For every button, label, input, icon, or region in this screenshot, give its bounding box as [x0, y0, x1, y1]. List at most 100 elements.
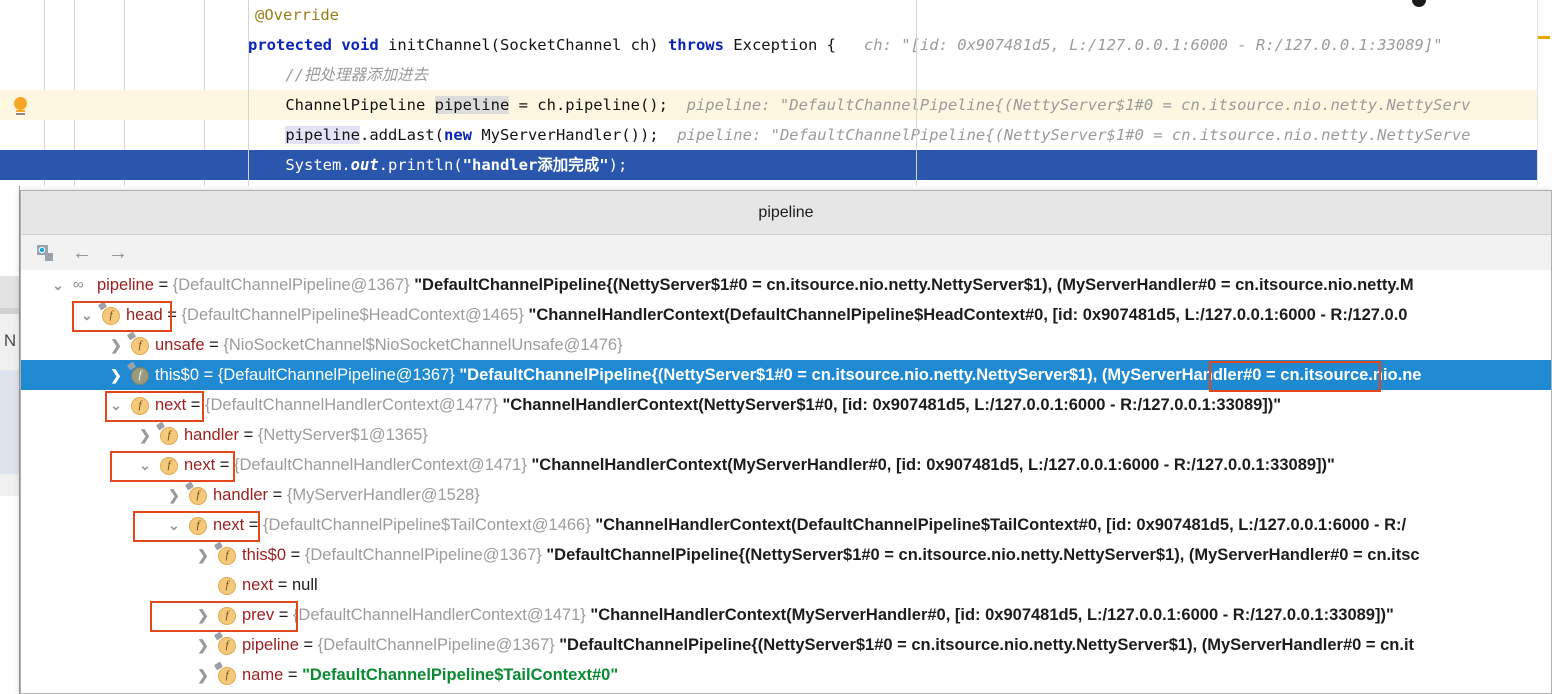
equals-sign: = [215, 456, 234, 474]
code-line[interactable]: System.out.println("handler添加完成"); [0, 150, 1552, 180]
code-token: out [350, 156, 379, 174]
code-token: pipeline: "DefaultChannelPipeline{(Netty… [658, 126, 1471, 144]
code-token: pipeline [434, 96, 510, 114]
tree-row[interactable]: ⌄ f next = {DefaultChannelPipeline$TailCon… [21, 510, 1551, 540]
field-icon: f [160, 457, 178, 475]
tree-row[interactable]: ⌄ ∞ pipeline = {DefaultChannelPipeline@136… [21, 270, 1551, 300]
field-icon: f [184, 481, 207, 505]
code-token: MyServerHandler()); [481, 126, 659, 144]
variable-value: null [292, 576, 318, 594]
code-line[interactable]: @Override [0, 0, 1552, 30]
final-modifier-icon [155, 421, 166, 431]
code-token: pipeline: "DefaultChannelPipeline{(Netty… [667, 96, 1471, 114]
code-token: void [341, 36, 388, 54]
chevron-down-icon[interactable]: ⌄ [138, 450, 152, 480]
code-token: Exception { [733, 36, 836, 54]
equals-sign: = [274, 606, 293, 624]
screen-root: @Override protected void initChannel(Sock… [0, 0, 1552, 694]
variable-value: "ChannelHandlerContext(NettyServer$1#0, … [502, 396, 1282, 414]
variable-name: pipeline [242, 636, 299, 654]
chevron-down-icon[interactable]: ⌄ [51, 270, 65, 300]
editor-scrollbar[interactable] [1537, 0, 1552, 186]
variable-type: {DefaultChannelPipeline@1367} [304, 546, 547, 564]
chevron-down-icon[interactable]: ⌄ [80, 300, 94, 330]
reference-chain-icon: ∞ [73, 276, 84, 293]
variable-value: "ChannelHandlerContext(MyServerHandler#0… [531, 456, 1335, 474]
variable-value: "DefaultChannelPipeline{(NettyServer$1#0… [459, 366, 1422, 384]
field-icon: f [218, 607, 236, 625]
forward-arrow-icon[interactable]: → [105, 241, 131, 265]
chevron-down-icon[interactable]: ⌄ [167, 510, 181, 540]
left-tool-rail[interactable]: N [0, 186, 20, 694]
chevron-right-icon[interactable]: ❯ [196, 660, 210, 690]
code-line-text: pipeline.addLast(new MyServerHandler());… [248, 120, 1471, 150]
indent-guide [248, 36, 249, 186]
tree-row[interactable]: ❯ f unsafe = {NioSocketChannel$NioSocketCh… [21, 330, 1551, 360]
equals-sign: = [286, 546, 305, 564]
code-line[interactable]: pipeline.addLast(new MyServerHandler());… [0, 120, 1552, 150]
field-icon: f [213, 541, 236, 565]
scrollbar-warning-marker [1538, 36, 1550, 39]
tree-row[interactable]: ❯ f this$0 = {DefaultChannelPipeline@1367}… [21, 540, 1551, 570]
variable-type: {DefaultChannelPipeline@1367} [217, 366, 460, 384]
code-line-text: ChannelPipeline pipeline = ch.pipeline()… [248, 90, 1470, 120]
chevron-down-icon[interactable]: ⌄ [109, 390, 123, 420]
tree-row[interactable]: ⌄ f next = {DefaultChannelHandlerContext@1… [21, 450, 1551, 480]
code-line[interactable]: ChannelPipeline pipeline = ch.pipeline()… [0, 90, 1552, 120]
code-line[interactable]: protected void initChannel(SocketChannel… [0, 30, 1552, 60]
tree-row-text: next = {DefaultChannelHandlerContext@147… [184, 450, 1335, 480]
variable-name: handler [213, 486, 269, 504]
field-icon: f [213, 661, 236, 685]
tree-row[interactable]: ❯ f handler = {MyServerHandler@1528} [21, 480, 1551, 510]
variable-tree[interactable]: ⌄ ∞ pipeline = {DefaultChannelPipeline@136… [21, 270, 1551, 693]
code-line-text: @Override [255, 0, 339, 30]
chevron-right-icon[interactable]: ❯ [167, 480, 181, 510]
chevron-right-icon[interactable]: ❯ [138, 420, 152, 450]
tree-row-text: handler = {MyServerHandler@1528} [213, 480, 480, 510]
code-line[interactable]: //把处理器添加进去 [0, 60, 1552, 90]
equals-sign: = [199, 366, 218, 384]
tree-row[interactable]: ❯ f pipeline = {DefaultChannelPipeline@136… [21, 630, 1551, 660]
variable-name: prev [242, 606, 275, 624]
chevron-right-icon[interactable]: ❯ [109, 330, 123, 360]
variable-value: "ChannelHandlerContext(DefaultChannelPip… [595, 516, 1407, 534]
tree-row[interactable]: ⌄ f next = {DefaultChannelHandlerContext@1… [21, 390, 1551, 420]
back-arrow-icon[interactable]: ← [69, 241, 95, 265]
final-modifier-icon [126, 331, 137, 341]
lightbulb-icon[interactable] [12, 97, 30, 117]
variable-value: "DefaultChannelPipeline{(NettyServer$1#0… [414, 276, 1414, 294]
inspect-icon[interactable] [33, 241, 59, 265]
tree-row-text: pipeline = {DefaultChannelPipeline@1367}… [242, 630, 1414, 660]
variable-name: name [242, 666, 284, 684]
variable-type: {DefaultChannelPipeline$TailContext@1466… [263, 516, 596, 534]
field-icon: f [155, 421, 178, 445]
tree-row[interactable]: ❯ f name = "DefaultChannelPipeline$TailCon… [21, 660, 1551, 690]
tree-row[interactable]: ❯ f handler = {NettyServer$1@1365} [21, 420, 1551, 450]
equals-sign: = [204, 336, 224, 354]
tree-row-selected[interactable]: ❯ f this$0 = {DefaultChannelPipeline@1367}… [21, 360, 1551, 390]
code-token: //把处理器添加进去 [248, 66, 428, 84]
variable-type: {NettyServer$1@1365} [257, 426, 428, 444]
variable-type: {DefaultChannelPipeline@1367} [172, 276, 415, 294]
variable-type: {NioSocketChannel$NioSocketChannelUnsafe… [223, 336, 623, 354]
field-icon: f [213, 631, 236, 655]
chevron-right-icon[interactable]: ❯ [109, 360, 123, 390]
code-editor[interactable]: @Override protected void initChannel(Sock… [0, 0, 1552, 186]
variable-name: unsafe [155, 336, 205, 354]
tree-row[interactable]: f next = null [21, 570, 1551, 600]
chevron-right-icon[interactable]: ❯ [196, 600, 210, 630]
tree-row-text: prev = {DefaultChannelHandlerContext@147… [242, 600, 1394, 630]
final-modifier-icon [213, 661, 224, 671]
chevron-right-icon[interactable]: ❯ [196, 540, 210, 570]
code-token: ChannelPipeline [248, 96, 435, 114]
equals-sign: = [298, 636, 318, 654]
final-modifier-icon [97, 301, 108, 311]
code-line-text: System.out.println("handler添加完成"); [248, 150, 627, 180]
chevron-right-icon[interactable]: ❯ [196, 630, 210, 660]
tree-row[interactable]: ⌄ f head = {DefaultChannelPipeline$HeadCon… [21, 300, 1551, 330]
variable-type: {DefaultChannelPipeline$HeadContext@1465… [181, 306, 529, 324]
tree-row[interactable]: ❯ f prev = {DefaultChannelHandlerContext@1… [21, 600, 1551, 630]
final-modifier-icon [184, 481, 195, 491]
code-token: initChannel(SocketChannel ch) [388, 36, 668, 54]
